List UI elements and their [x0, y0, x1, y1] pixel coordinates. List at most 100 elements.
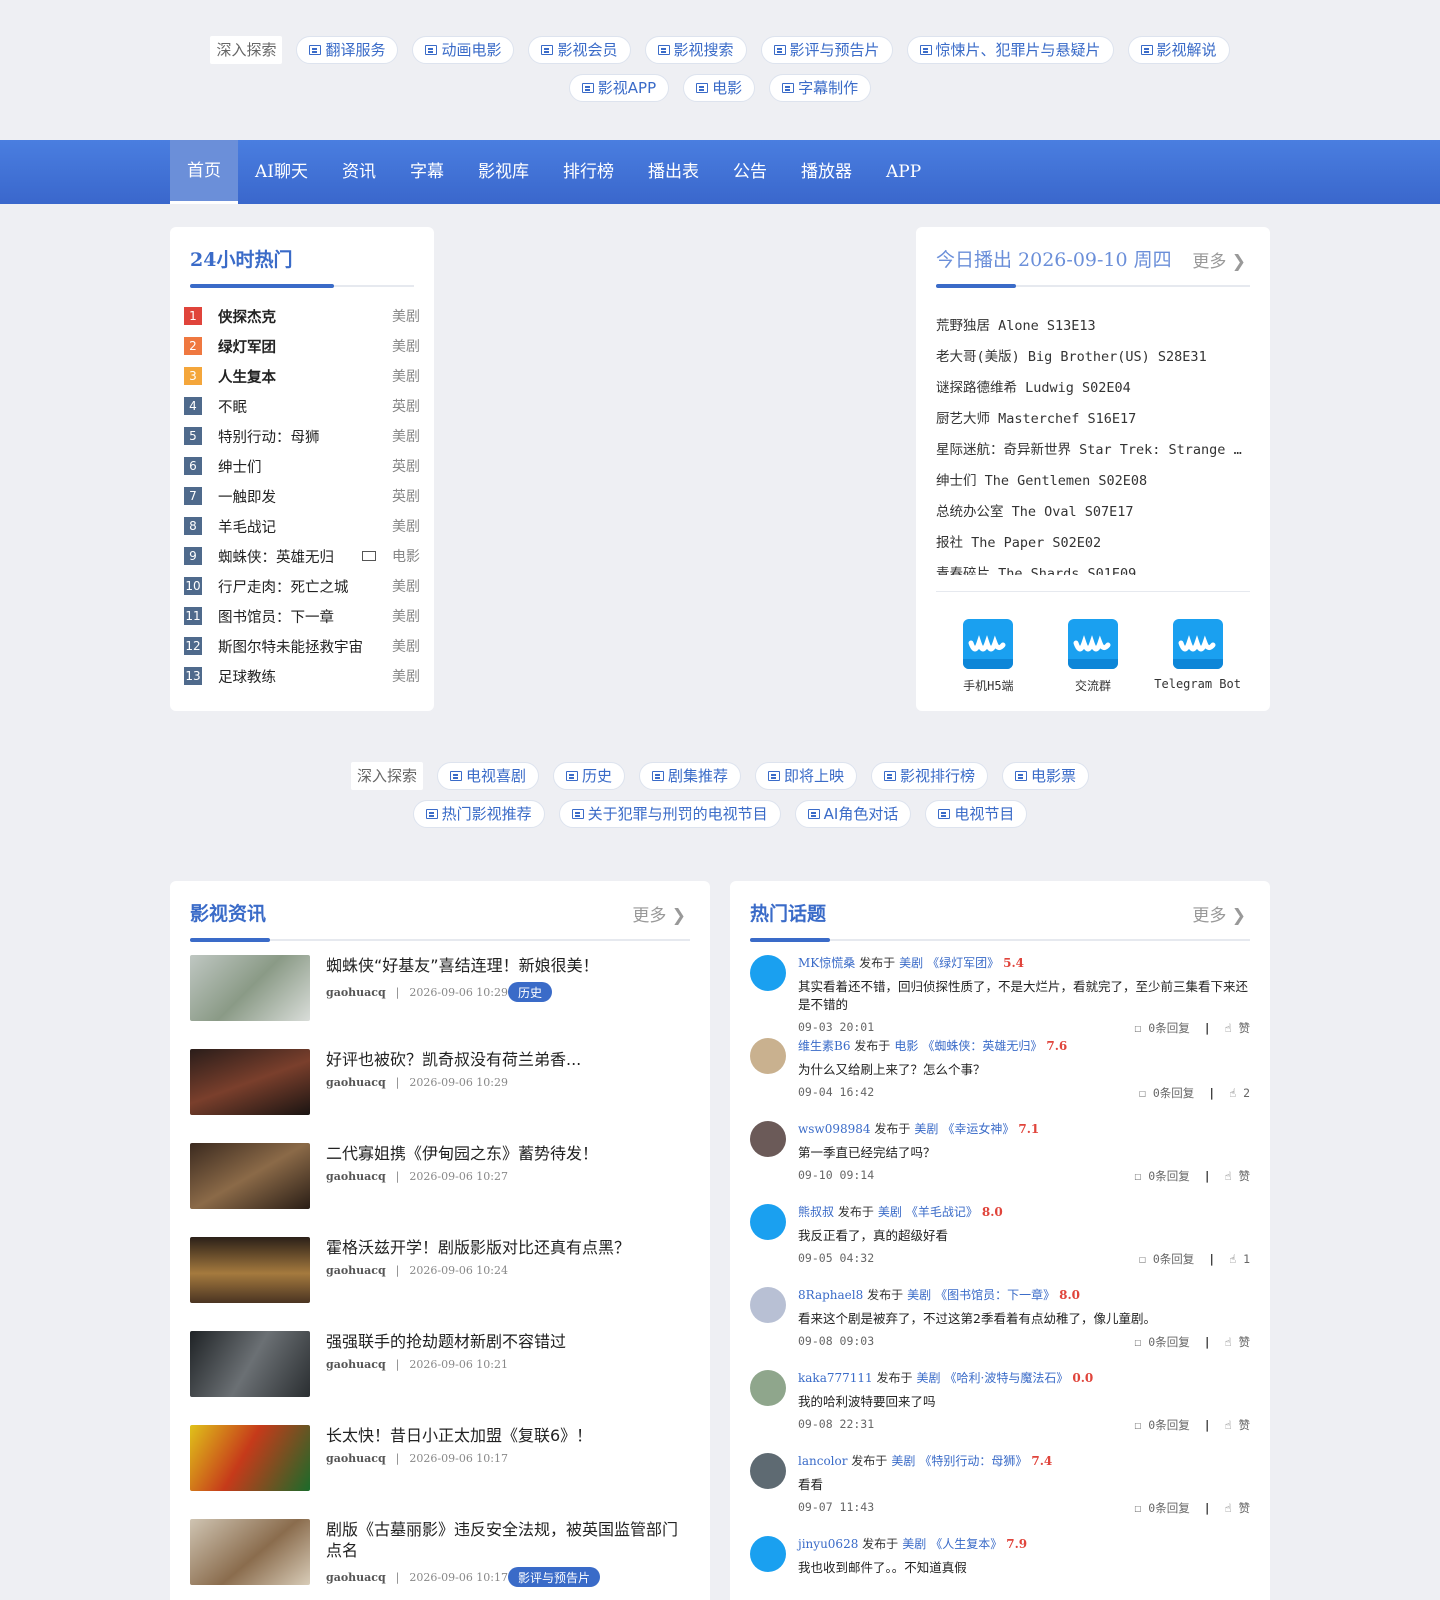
news-category-tag[interactable]: 历史 [508, 982, 553, 1002]
topic-user[interactable]: lancolor [798, 1454, 847, 1468]
explore-tag[interactable]: 电影票 [1002, 762, 1090, 790]
hot-item[interactable]: 11 图书馆员：下一章 美剧 [184, 601, 420, 631]
explore-tag[interactable]: 历史 [552, 762, 625, 790]
app-link[interactable]: 手机H5端 [938, 619, 1038, 694]
avatar[interactable] [750, 1536, 786, 1572]
hot-item[interactable]: 8 羊毛战记 美剧 [184, 511, 420, 541]
news-item[interactable]: 蜘蛛侠“好基友”喜结连理！新娘很美！ gaohuacq | 2026-09-06 10… [190, 955, 690, 1049]
nav-item-player[interactable]: 播放器 [784, 140, 869, 204]
explore-tag[interactable]: 剧集推荐 [638, 762, 741, 790]
hot-item[interactable]: 6 绅士们 英剧 [184, 451, 420, 481]
hot-item[interactable]: 7 一触即发 英剧 [184, 481, 420, 511]
hot-item[interactable]: 12 斯图尔特未能拯救宇宙 美剧 [184, 631, 420, 661]
schedule-item[interactable]: 报社 The Paper S02E02 [936, 528, 1246, 559]
nav-item-subtitles[interactable]: 字幕 [393, 140, 461, 204]
avatar[interactable] [750, 1370, 786, 1406]
explore-tag[interactable]: 即将上映 [755, 762, 858, 790]
schedule-item[interactable]: 总统办公室 The Oval S07E17 [936, 497, 1246, 528]
explore-tag[interactable]: 影视会员 [528, 36, 631, 64]
reply-button[interactable]: ☐ 0条回复 [1134, 1020, 1189, 1036]
schedule-item[interactable]: 绅士们 The Gentlemen S02E08 [936, 466, 1246, 497]
topic-work[interactable]: 《特别行动：母狮》 [919, 1454, 1027, 1468]
schedule-more-link[interactable]: 更多 ❯ [1192, 247, 1246, 272]
news-thumbnail[interactable] [190, 1519, 310, 1585]
like-button[interactable]: ☝ 赞 [1225, 1500, 1250, 1516]
news-headline[interactable]: 剧版《古墓丽影》违反安全法规，被英国监管部门点名 [326, 1519, 690, 1561]
topic-user[interactable]: 熊叔叔 [798, 1205, 834, 1219]
news-headline[interactable]: 蜘蛛侠“好基友”喜结连理！新娘很美！ [326, 955, 690, 976]
explore-tag[interactable]: 关于犯罪与刑罚的电视节目 [558, 800, 781, 828]
hot-item[interactable]: 10 行尸走肉：死亡之城 美剧 [184, 571, 420, 601]
nav-item-news[interactable]: 资讯 [325, 140, 393, 204]
news-item[interactable]: 二代寡姐携《伊甸园之东》蓄势待发！ gaohuacq | 2026-09-06 10:… [190, 1143, 690, 1237]
explore-tag[interactable]: 影视APP [568, 74, 670, 102]
explore-tag[interactable]: AI角色对话 [794, 800, 912, 828]
hot-item[interactable]: 2 绿灯军团 美剧 [184, 331, 420, 361]
hot-item[interactable]: 13 足球教练 美剧 [184, 661, 420, 691]
app-link[interactable]: 交流群 [1043, 619, 1143, 694]
news-category-tag[interactable]: 影评与预告片 [508, 1567, 601, 1587]
reply-button[interactable]: ☐ 0条回复 [1134, 1334, 1189, 1350]
news-item[interactable]: 好评也被砍？凯奇叔没有荷兰弟香... gaohuacq | 2026-09-06 10… [190, 1049, 690, 1143]
topic-work[interactable]: 《人生复本》 [930, 1537, 1002, 1551]
explore-tag[interactable]: 影视解说 [1127, 36, 1230, 64]
nav-item-announcements[interactable]: 公告 [716, 140, 784, 204]
topic-user[interactable]: wsw098984 [798, 1122, 871, 1136]
like-button[interactable]: ☝ 赞 [1225, 1168, 1250, 1184]
topic-category[interactable]: 美剧 [914, 1122, 938, 1136]
news-thumbnail[interactable] [190, 1425, 310, 1491]
nav-item-ai-chat[interactable]: AI聊天 [238, 140, 325, 204]
reply-button[interactable]: ☐ 0条回复 [1134, 1168, 1189, 1184]
topic-work[interactable]: 《哈利·波特与魔法石》 [945, 1371, 1069, 1385]
reply-button[interactable]: ☐ 0条回复 [1134, 1417, 1189, 1433]
nav-item-app[interactable]: APP [869, 140, 938, 204]
explore-tag[interactable]: 动画电影 [412, 36, 515, 64]
news-thumbnail[interactable] [190, 955, 310, 1021]
schedule-item[interactable]: 荒野独居 Alone S13E13 [936, 311, 1246, 342]
topic-category[interactable]: 美剧 [902, 1537, 926, 1551]
hot-item[interactable]: 9 蜘蛛侠：英雄无归 电影 [184, 541, 420, 571]
hot-item[interactable]: 3 人生复本 美剧 [184, 361, 420, 391]
like-button[interactable]: ☝ 1 [1229, 1252, 1250, 1266]
news-thumbnail[interactable] [190, 1237, 310, 1303]
avatar[interactable] [750, 1287, 786, 1323]
news-item[interactable]: 剧版《古墓丽影》违反安全法规，被英国监管部门点名 gaohuacq | 2026-09… [190, 1519, 690, 1600]
explore-tag[interactable]: 惊悚片、犯罪片与悬疑片 [906, 36, 1114, 64]
topic-category[interactable]: 美剧 [907, 1288, 931, 1302]
explore-tag[interactable]: 翻译服务 [296, 36, 399, 64]
reply-button[interactable]: ☐ 0条回复 [1139, 1251, 1194, 1267]
explore-tag[interactable]: 影视排行榜 [871, 762, 989, 790]
news-headline[interactable]: 好评也被砍？凯奇叔没有荷兰弟香... [326, 1049, 690, 1070]
nav-item-library[interactable]: 影视库 [461, 140, 546, 204]
news-item[interactable]: 长太快！昔日小正太加盟《复联6》！ gaohuacq | 2026-09-06 10:… [190, 1425, 690, 1519]
news-thumbnail[interactable] [190, 1049, 310, 1115]
explore-tag[interactable]: 电视节目 [925, 800, 1028, 828]
topic-category[interactable]: 美剧 [917, 1371, 941, 1385]
news-thumbnail[interactable] [190, 1331, 310, 1397]
schedule-item[interactable]: 厨艺大师 Masterchef S16E17 [936, 404, 1246, 435]
explore-tag[interactable]: 电视喜剧 [436, 762, 539, 790]
topic-user[interactable]: MK惊慌桑 [798, 956, 855, 970]
avatar[interactable] [750, 1453, 786, 1489]
reply-button[interactable]: ☐ 0条回复 [1134, 1500, 1189, 1516]
hot-item[interactable]: 5 特别行动：母狮 美剧 [184, 421, 420, 451]
hot-item[interactable]: 1 侠探杰克 美剧 [184, 301, 420, 331]
nav-item-home[interactable]: 首页 [170, 140, 238, 204]
topic-user[interactable]: kaka777111 [798, 1371, 873, 1385]
hot-item[interactable]: 4 不眠 英剧 [184, 391, 420, 421]
topic-work[interactable]: 《绿灯军团》 [927, 956, 999, 970]
schedule-item[interactable]: 星际迷航：奇异新世界 Star Trek: Strange New Worlds [936, 435, 1246, 466]
nav-item-schedule[interactable]: 播出表 [631, 140, 716, 204]
topic-work[interactable]: 《蜘蛛侠：英雄无归》 [922, 1039, 1042, 1053]
explore-tag[interactable]: 字幕制作 [769, 74, 872, 102]
schedule-item[interactable]: 老大哥(美版) Big Brother(US) S28E31 [936, 342, 1246, 373]
avatar[interactable] [750, 955, 786, 991]
schedule-item[interactable]: 青春碎片 The Shards S01E09 [936, 559, 1246, 575]
like-button[interactable]: ☝ 赞 [1225, 1417, 1250, 1433]
explore-tag[interactable]: 影评与预告片 [760, 36, 893, 64]
news-headline[interactable]: 霍格沃兹开学！剧版影版对比还真有点黑？ [326, 1237, 690, 1258]
avatar[interactable] [750, 1121, 786, 1157]
avatar[interactable] [750, 1038, 786, 1074]
news-more-link[interactable]: 更多 ❯ [632, 901, 686, 926]
topic-category[interactable]: 美剧 [899, 956, 923, 970]
